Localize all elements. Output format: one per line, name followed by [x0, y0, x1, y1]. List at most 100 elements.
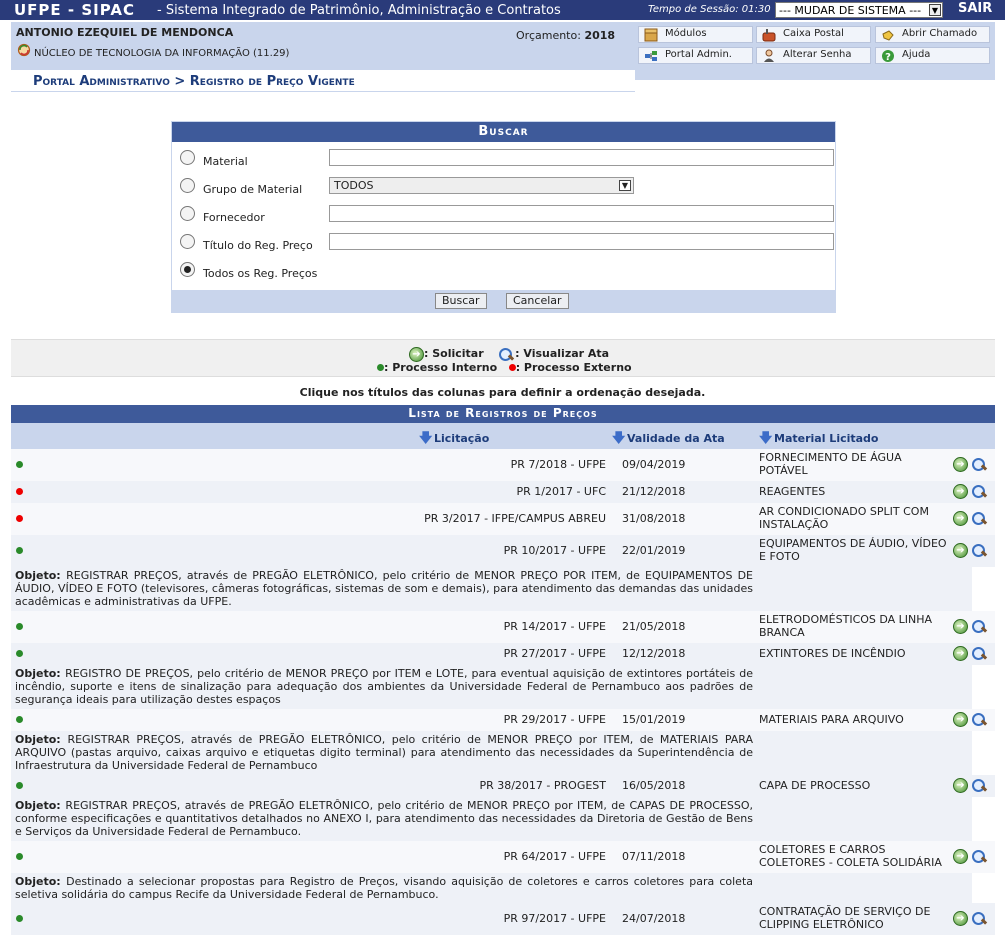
solicitar-icon[interactable]: ➔: [953, 849, 968, 864]
search-button[interactable]: Buscar: [435, 293, 487, 309]
sort-down-icon: 🡇: [759, 431, 773, 446]
cell-material: EXTINTORES DE INCÊNDIO: [759, 647, 906, 660]
legend-status: : Processo Interno : Processo Externo: [377, 361, 632, 374]
help-icon: ?: [882, 50, 894, 63]
objeto-row: Objeto: Destinado a selecionar propostas…: [11, 873, 995, 903]
solicitar-icon[interactable]: ➔: [953, 543, 968, 558]
table-row: PR 7/2018 - UFPE 09/04/2019 FORNECIMENTO D…: [11, 449, 995, 481]
objeto-value: REGISTRAR PREÇOS, através de PREGÃO ELET…: [15, 733, 754, 772]
col-licitacao-header[interactable]: 🡇 Licitação: [419, 432, 489, 447]
search-row-grupo: Grupo de Material TODOS ▼: [172, 174, 835, 202]
col-licitacao-label: Licitação: [434, 432, 490, 445]
grupo-select-value: TODOS: [334, 179, 374, 192]
objeto-label: Objeto:: [15, 733, 68, 746]
solicitar-icon[interactable]: ➔: [953, 911, 968, 926]
solicitar-icon[interactable]: ➔: [953, 457, 968, 472]
label-titulo: Título do Reg. Preço: [203, 239, 313, 252]
solicitar-icon[interactable]: ➔: [953, 511, 968, 526]
solicitar-icon[interactable]: ➔: [953, 712, 968, 727]
radio-material[interactable]: [180, 150, 195, 165]
sort-down-icon: 🡇: [612, 431, 626, 446]
magnifier-icon[interactable]: [971, 646, 988, 663]
cell-validade: 24/07/2018: [622, 912, 686, 925]
search-form: Buscar Material Grupo de Material TODOS …: [171, 121, 836, 313]
cell-licitacao: PR 7/2018 - UFPE: [510, 458, 606, 471]
legend-visualizar: : Visualizar Ata: [515, 347, 610, 360]
objeto-spacer: [972, 567, 995, 611]
search-row-fornecedor: Fornecedor: [172, 202, 835, 230]
chevron-down-icon: ▼: [619, 180, 631, 191]
green-dot-icon: [16, 650, 23, 657]
row-actions: ➔: [953, 543, 993, 560]
cell-material: CONTRATAÇÃO DE SERVIÇO DE CLIPPING ELETR…: [759, 905, 931, 931]
radio-todos[interactable]: [180, 262, 195, 277]
user-key-icon: [764, 49, 774, 62]
table-row: PR 29/2017 - UFPE 15/01/2019 MATERIAIS PAR…: [11, 709, 995, 731]
table-row: PR 64/2017 - UFPE 07/11/2018 COLETORES E C…: [11, 841, 995, 873]
search-row-todos: Todos os Reg. Preços: [172, 258, 835, 286]
mailbox-icon: [762, 29, 776, 42]
row-actions: ➔: [953, 457, 993, 474]
magnifier-icon[interactable]: [971, 911, 988, 928]
unit-change-icon[interactable]: [17, 43, 31, 57]
cell-validade: 07/11/2018: [622, 850, 686, 863]
magnifier-icon[interactable]: [971, 712, 988, 729]
radio-grupo[interactable]: [180, 178, 195, 193]
magnifier-icon[interactable]: [971, 457, 988, 474]
legend-solicitar: : Solicitar: [424, 347, 484, 360]
magnifier-icon[interactable]: [971, 849, 988, 866]
modules-button[interactable]: Módulos: [638, 26, 753, 43]
change-password-button[interactable]: Alterar Senha: [756, 47, 871, 64]
col-validade-header[interactable]: 🡇 Validade da Ata: [612, 432, 725, 447]
label-grupo: Grupo de Material: [203, 183, 303, 196]
objeto-spacer: [972, 873, 995, 903]
magnifier-icon[interactable]: [971, 484, 988, 501]
solicitar-icon[interactable]: ➔: [953, 646, 968, 661]
open-ticket-button[interactable]: Abrir Chamado: [875, 26, 990, 43]
chevron-down-icon: ▼: [929, 4, 941, 16]
change-system-select[interactable]: --- MUDAR DE SISTEMA --- ▼: [775, 2, 943, 18]
table-row: PR 14/2017 - UFPE 21/05/2018 ELETRODOMÉSTI…: [11, 611, 995, 643]
cancel-button[interactable]: Cancelar: [506, 293, 569, 309]
cell-validade: 31/08/2018: [622, 512, 686, 525]
cell-validade: 15/01/2019: [622, 713, 686, 726]
admin-portal-button[interactable]: Portal Admin.: [638, 47, 753, 64]
grupo-select[interactable]: TODOS ▼: [329, 177, 634, 194]
mailbox-button[interactable]: Caixa Postal: [756, 26, 871, 43]
cell-licitacao: PR 3/2017 - IFPE/CAMPUS ABREU: [424, 512, 606, 525]
magnifier-icon[interactable]: [971, 778, 988, 795]
cell-licitacao: PR 1/2017 - UFC: [516, 485, 607, 498]
objeto-row: Objeto: REGISTRAR PREÇOS, através de PRE…: [11, 797, 995, 841]
open-ticket-label: Abrir Chamado: [902, 28, 978, 39]
cell-material: EQUIPAMENTOS DE ÁUDIO, VÍDEO E FOTO: [759, 537, 947, 563]
cell-material: ELETRODOMÉSTICOS DA LINHA BRANCA: [759, 613, 933, 639]
cell-licitacao: PR 64/2017 - UFPE: [503, 850, 606, 863]
radio-titulo[interactable]: [180, 234, 195, 249]
radio-fornecedor[interactable]: [180, 206, 195, 221]
logout-button[interactable]: SAIR: [958, 1, 992, 16]
objeto-row: Objeto: REGISTRAR PREÇOS, através de PRE…: [11, 567, 995, 611]
magnifier-icon[interactable]: [971, 511, 988, 528]
help-label: Ajuda: [902, 49, 931, 60]
titulo-input[interactable]: [329, 233, 834, 250]
network-icon: [645, 51, 657, 61]
solicitar-icon[interactable]: ➔: [953, 484, 968, 499]
red-dot-icon: [16, 515, 23, 522]
search-row-titulo: Título do Reg. Preço: [172, 230, 835, 258]
table-row: PR 38/2017 - PROGEST 16/05/2018 CAPA DE PR…: [11, 775, 995, 797]
label-fornecedor: Fornecedor: [203, 211, 265, 224]
help-button[interactable]: ? Ajuda: [875, 47, 990, 64]
col-material-header[interactable]: 🡇 Material Licitado: [759, 432, 879, 447]
green-dot-icon: [16, 853, 23, 860]
solicitar-icon[interactable]: ➔: [953, 619, 968, 634]
solicitar-icon[interactable]: ➔: [953, 778, 968, 793]
green-dot-icon: [16, 623, 23, 630]
budget-label: Orçamento:: [516, 29, 581, 42]
magnifier-icon[interactable]: [971, 543, 988, 560]
fornecedor-input[interactable]: [329, 205, 834, 222]
material-input[interactable]: [329, 149, 834, 166]
cell-material: REAGENTES: [759, 485, 826, 498]
green-dot-icon: [16, 915, 23, 922]
magnifier-icon[interactable]: [971, 619, 988, 636]
objeto-label: Objeto:: [15, 667, 66, 680]
